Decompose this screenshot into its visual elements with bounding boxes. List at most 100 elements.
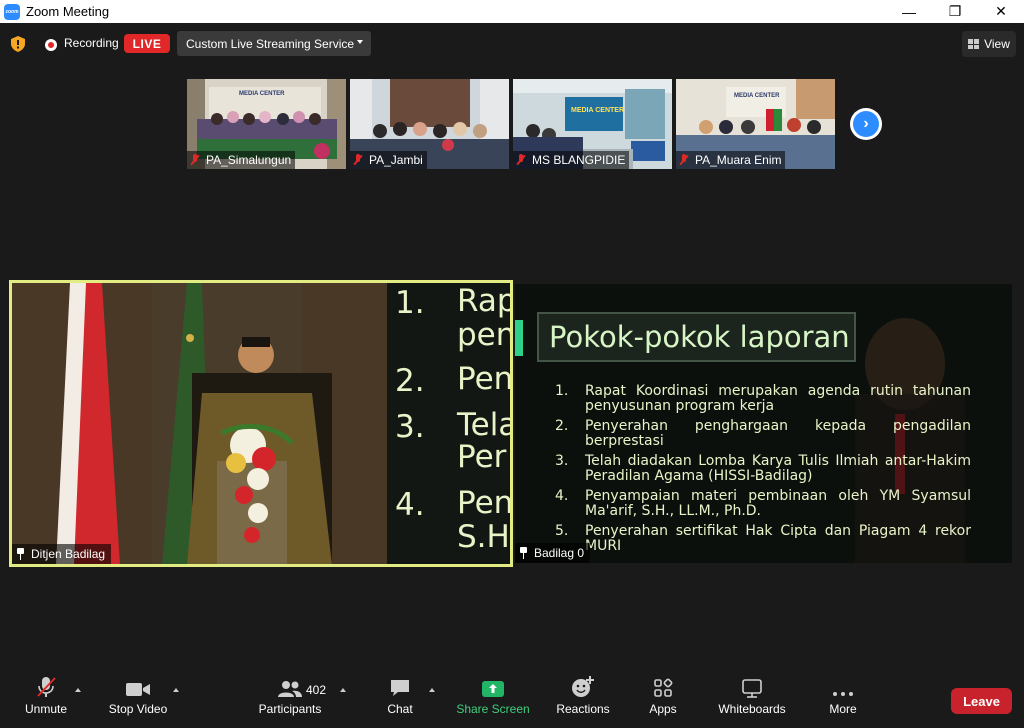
whiteboards-label: Whiteboards [718,702,786,716]
chat-options-caret[interactable] [429,688,435,692]
meeting-topbar: Recording LIVE Custom Live Streaming Ser… [0,23,1024,65]
reactions-label: Reactions [556,702,610,716]
meeting-toolbar: Unmute Stop Video Participants 402 Chat … [0,672,1024,728]
slide-list-item: 5. Penyerahan sertifikat Hak Cipta dan P… [555,523,971,554]
participants-icon [278,681,302,697]
slide-number-1: 1. [395,285,425,321]
participant-name: Badilag 0 [534,546,585,560]
recording-icon [45,39,57,51]
participant-strip: MEDIA CENTER PA_Simalungun PA_Jambi MEDI… [187,79,835,169]
share-screen-button[interactable]: Share Screen [456,672,530,728]
mic-muted-icon [679,154,689,166]
participant-thumbnail[interactable]: PA_Jambi [350,79,509,169]
slide-list-item: 2. Penyerahan penghargaan kepada pengadi… [555,418,971,449]
mic-muted-icon [353,154,363,166]
video-camera-icon [126,683,150,696]
more-dots-icon [833,692,853,696]
chat-label: Chat [387,702,413,716]
stop-video-button[interactable]: Stop Video [106,672,170,728]
participant-name: PA_Simalungun [206,153,292,167]
participant-thumbnail[interactable]: MEDIA CENTER MS BLANGPIDIE [513,79,672,169]
speaker-video [12,283,388,564]
share-screen-icon [482,681,504,697]
thumbnail-banner: MEDIA CENTER [571,107,625,114]
presentation-tile[interactable]: Pokok-pokok laporan 1. Rapat Koordinasi … [515,284,1012,563]
slide-list-item: 3. Telah diadakan Lomba Karya Tulis Ilmi… [555,453,971,484]
participant-thumbnail[interactable]: MEDIA CENTER PA_Muara Enim [676,79,835,169]
participant-thumbnail[interactable]: MEDIA CENTER PA_Simalungun [187,79,346,169]
chat-button[interactable]: Chat [382,672,418,728]
active-speaker-tile[interactable]: 1. Rap pen 2. Pen 3. Tela Per 4. Pen S.H… [9,280,513,567]
slide-list-item: 4. Penyampaian materi pembinaan oleh YM … [555,488,971,519]
slide-fragment: Per [457,439,507,475]
reactions-button[interactable]: Reactions [555,672,611,728]
mic-muted-icon [516,154,526,166]
more-button[interactable]: More [826,672,860,728]
apps-label: Apps [649,702,677,716]
participant-name: PA_Jambi [369,153,423,167]
participant-name: PA_Muara Enim [695,153,782,167]
close-button[interactable]: ✕ [978,0,1024,23]
participant-name-tag: MS BLANGPIDIE [513,151,630,169]
slide-accent-bar [515,320,523,356]
slide-fragment: Pen [457,485,513,521]
window-title: Zoom Meeting [26,4,110,19]
slide-number-3: 3. [395,409,425,445]
slide-number-2: 2. [395,363,425,399]
participant-name-tag: PA_Simalungun [187,151,296,169]
chat-icon [391,680,409,696]
participant-name: Ditjen Badilag [31,547,106,561]
chevron-down-icon [357,40,363,44]
view-label: View [984,37,1010,51]
participant-name-tag: PA_Jambi [350,151,427,169]
apps-button[interactable]: Apps [646,672,680,728]
pin-icon [519,547,528,559]
whiteboards-button[interactable]: Whiteboards [716,672,788,728]
maximize-button[interactable]: ❐ [932,0,978,23]
slide-fragment: Rap [457,283,513,319]
participants-button[interactable]: Participants [257,672,323,728]
participant-name: MS BLANGPIDIE [532,153,626,167]
stream-service-label: Custom Live Streaming Service [186,36,355,51]
slide-background: 1. Rap pen 2. Pen 3. Tela Per 4. Pen S.H [387,283,513,564]
unmute-label: Unmute [24,702,68,716]
participant-name-tag: Badilag 0 [515,543,591,563]
zoom-app-icon-text: zoom [5,8,19,15]
participants-label: Participants [258,702,322,716]
shield-icon[interactable] [11,36,25,52]
slide-fragment: pen [457,317,513,353]
slide-fragment: Tela [457,407,513,443]
audio-options-caret[interactable] [75,688,81,692]
smiley-plus-icon [572,676,594,697]
share-screen-label: Share Screen [456,702,530,716]
participant-name-tag: Ditjen Badilag [12,544,112,564]
video-options-caret[interactable] [173,688,179,692]
slide-list: 1. Rapat Koordinasi merupakan agenda rut… [555,384,971,559]
participant-name-tag: PA_Muara Enim [676,151,786,169]
window-titlebar: zoom Zoom Meeting — ❐ ✕ [0,0,1024,23]
participant-count: 402 [306,683,327,697]
thumbnail-banner: MEDIA CENTER [734,93,780,99]
more-label: More [829,702,857,716]
slide-number-4: 4. [395,487,425,523]
recording-label[interactable]: Recording [64,36,119,50]
slide-list-item: 1. Rapat Koordinasi merupakan agenda rut… [555,383,971,414]
grid-view-icon [968,39,980,49]
slide-fragment: Pen [457,361,513,397]
mic-muted-icon [190,154,200,166]
next-page-button[interactable]: › [850,108,882,140]
thumbnail-banner: MEDIA CENTER [239,91,285,97]
unmute-button[interactable]: Unmute [20,672,72,728]
view-button[interactable]: View [962,31,1016,57]
stop-video-label: Stop Video [108,702,168,716]
leave-button[interactable]: Leave [951,688,1012,714]
apps-icon [654,678,673,697]
live-badge[interactable]: LIVE [124,34,170,53]
zoom-app-icon: zoom [4,3,20,20]
stream-service-dropdown[interactable]: Custom Live Streaming Service [177,31,371,56]
participants-options-caret[interactable] [340,688,346,692]
slide-fragment: S.H [457,519,510,555]
slide-title: Pokok-pokok laporan [537,312,856,362]
whiteboard-icon [742,679,762,698]
minimize-button[interactable]: — [886,0,932,23]
